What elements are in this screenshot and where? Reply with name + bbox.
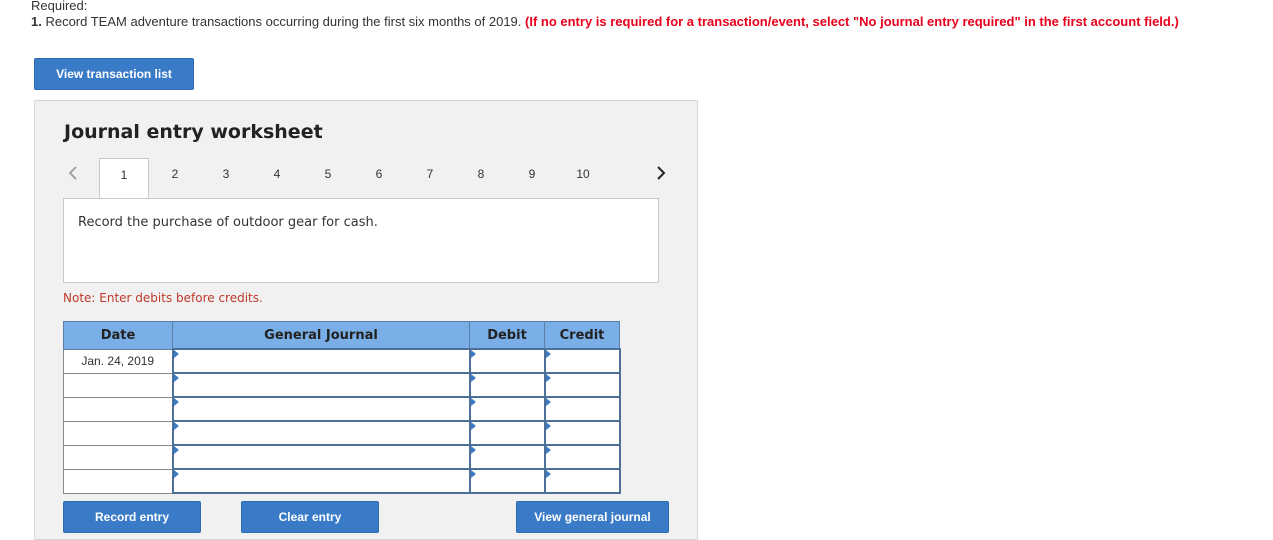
instruction-text: Record TEAM adventure transactions occur…: [41, 14, 526, 29]
view-general-journal-button[interactable]: View general journal: [516, 501, 669, 533]
date-cell: [63, 396, 173, 422]
chevron-right-icon[interactable]: [651, 161, 671, 185]
view-transaction-list-button[interactable]: View transaction list: [34, 58, 194, 90]
entry-note: Note: Enter debits before credits.: [63, 291, 263, 305]
header-date: Date: [63, 321, 173, 350]
tab-2[interactable]: 2: [150, 158, 200, 190]
journal-entry-table: Date General Journal Debit Credit Jan. 2…: [63, 321, 621, 494]
account-select[interactable]: [171, 372, 471, 398]
journal-row: [63, 444, 621, 470]
credit-input[interactable]: [543, 444, 621, 470]
tab-3[interactable]: 3: [201, 158, 251, 190]
header-debit: Debit: [469, 321, 545, 350]
journal-row: [63, 396, 621, 422]
transaction-tabs: 1 2 3 4 5 6 7 8 9 10: [63, 158, 673, 199]
required-instruction: 1. Record TEAM adventure transactions oc…: [31, 14, 1179, 29]
tab-9[interactable]: 9: [507, 158, 557, 190]
header-general-journal: General Journal: [172, 321, 470, 350]
chevron-left-icon[interactable]: [63, 161, 83, 185]
date-cell: [63, 420, 173, 446]
account-select[interactable]: [171, 348, 471, 374]
date-cell: [63, 372, 173, 398]
date-cell: [63, 468, 173, 494]
debit-input[interactable]: [468, 372, 546, 398]
account-select[interactable]: [171, 468, 471, 494]
credit-input[interactable]: [543, 348, 621, 374]
tab-6[interactable]: 6: [354, 158, 404, 190]
account-select[interactable]: [171, 396, 471, 422]
tab-4[interactable]: 4: [252, 158, 302, 190]
account-select[interactable]: [171, 444, 471, 470]
journal-entry-worksheet-panel: Journal entry worksheet 1 2 3 4 5 6 7 8 …: [34, 100, 698, 540]
tab-10[interactable]: 10: [558, 158, 608, 190]
transaction-description: Record the purchase of outdoor gear for …: [78, 215, 378, 230]
journal-row: Jan. 24, 2019: [63, 348, 621, 374]
journal-row: [63, 420, 621, 446]
date-cell: Jan. 24, 2019: [63, 348, 173, 374]
account-select[interactable]: [171, 420, 471, 446]
journal-row: [63, 468, 621, 494]
tab-5[interactable]: 5: [303, 158, 353, 190]
credit-input[interactable]: [543, 396, 621, 422]
tab-7[interactable]: 7: [405, 158, 455, 190]
journal-row: [63, 372, 621, 398]
debit-input[interactable]: [468, 348, 546, 374]
transaction-description-box: Record the purchase of outdoor gear for …: [63, 198, 659, 283]
clear-entry-button[interactable]: Clear entry: [241, 501, 379, 533]
instruction-hint: (If no entry is required for a transacti…: [525, 14, 1179, 29]
credit-input[interactable]: [543, 372, 621, 398]
credit-input[interactable]: [543, 420, 621, 446]
credit-input[interactable]: [543, 468, 621, 494]
debit-input[interactable]: [468, 468, 546, 494]
header-credit: Credit: [544, 321, 620, 350]
required-heading: Required:: [31, 0, 88, 13]
debit-input[interactable]: [468, 396, 546, 422]
tab-1[interactable]: 1: [99, 158, 149, 199]
date-cell: [63, 444, 173, 470]
journal-header-row: Date General Journal Debit Credit: [63, 321, 620, 350]
debit-input[interactable]: [468, 444, 546, 470]
debit-input[interactable]: [468, 420, 546, 446]
instruction-number: 1.: [31, 14, 42, 29]
tab-8[interactable]: 8: [456, 158, 506, 190]
record-entry-button[interactable]: Record entry: [63, 501, 201, 533]
worksheet-title: Journal entry worksheet: [64, 121, 323, 143]
